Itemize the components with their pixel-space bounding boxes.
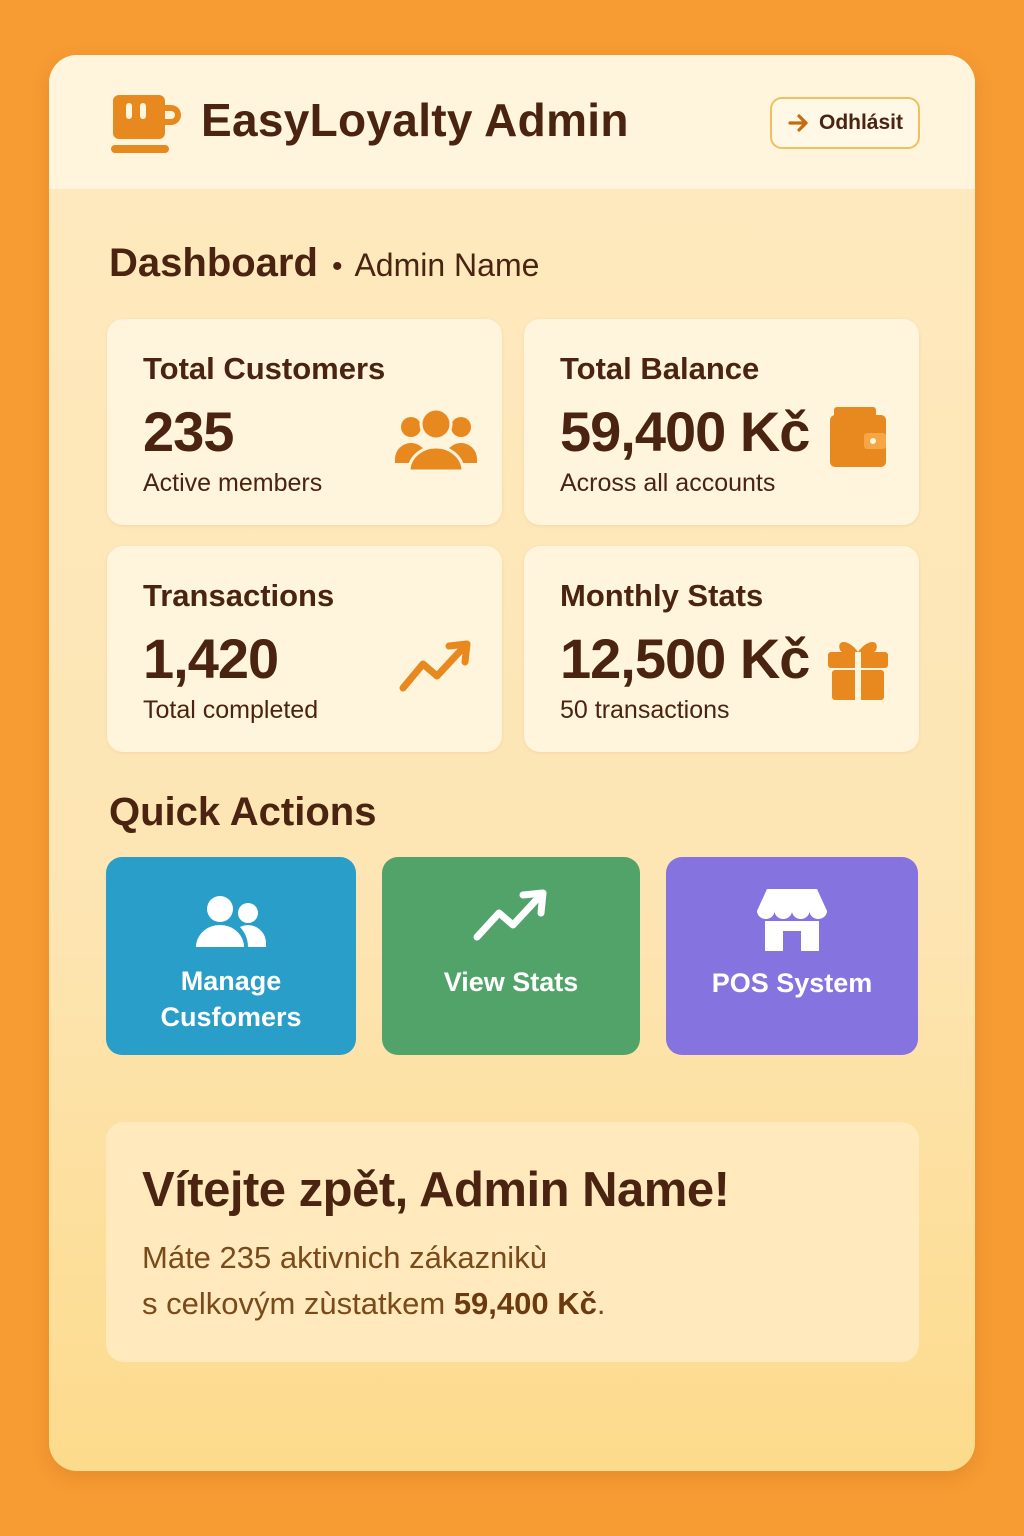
action-label: View Stats bbox=[443, 967, 579, 997]
stat-label: Monthly Stats bbox=[560, 578, 764, 613]
welcome-line-2-suffix: . bbox=[596, 1286, 606, 1321]
store-icon bbox=[757, 889, 827, 951]
quick-actions-title: Quick Actions bbox=[109, 790, 377, 834]
stat-value: 59,400 Kč bbox=[560, 400, 810, 463]
welcome-balance-amount: 59,400 Kč bbox=[453, 1286, 597, 1321]
coffee-cup-icon bbox=[111, 95, 181, 153]
stat-caption: Active members bbox=[143, 469, 323, 497]
arrow-right-icon bbox=[788, 114, 808, 132]
stat-label: Total Customers bbox=[143, 351, 386, 386]
stat-value: 1,420 bbox=[143, 627, 279, 690]
view-stats-button[interactable]: View Stats bbox=[382, 857, 640, 1055]
trend-up-icon bbox=[473, 889, 547, 941]
app-title: EasyLoyalty Admin bbox=[201, 94, 629, 146]
stat-caption: Total completed bbox=[143, 696, 319, 724]
stat-card-transactions: Transactions 1,420 Total completed bbox=[107, 546, 502, 752]
welcome-line-1: Máte 235 aktivnich zákaznikù bbox=[142, 1240, 547, 1275]
stat-card-monthly-stats: Monthly Stats 12,500 Kč 50 transactions bbox=[524, 546, 919, 752]
action-label-line2: Cusfomers bbox=[160, 1002, 302, 1032]
welcome-line-2-prefix: s celkovým zùstatkem bbox=[142, 1286, 454, 1321]
app-window: EasyLoyalty Admin Odhlásit Dashboard • A… bbox=[49, 55, 975, 1471]
title-separator: • bbox=[331, 250, 343, 283]
action-label-line1: Manage bbox=[180, 966, 282, 996]
logout-button[interactable]: Odhlásit bbox=[770, 97, 920, 149]
gift-icon bbox=[828, 642, 888, 700]
welcome-panel: Vítejte zpět, Admin Name! Máte 235 aktiv… bbox=[106, 1122, 919, 1362]
admin-name: Admin Name bbox=[354, 247, 540, 283]
action-label: POS System bbox=[711, 968, 873, 998]
stat-card-total-customers: Total Customers 235 Active members bbox=[107, 319, 502, 525]
trend-up-icon bbox=[399, 640, 471, 692]
welcome-line-2: s celkovým zùstatkem 59,400 Kč. bbox=[142, 1286, 606, 1322]
stat-caption: 50 transactions bbox=[560, 696, 730, 724]
stat-value: 235 bbox=[143, 400, 234, 463]
stat-caption: Across all accounts bbox=[560, 469, 776, 497]
pos-system-button[interactable]: POS System bbox=[666, 857, 918, 1055]
stat-value: 12,500 Kč bbox=[560, 627, 810, 690]
stat-label: Total Balance bbox=[560, 351, 760, 386]
welcome-title: Vítejte zpět, Admin Name! bbox=[142, 1163, 730, 1217]
stat-card-total-balance: Total Balance 59,400 Kč Across all accou… bbox=[524, 319, 919, 525]
users-icon bbox=[395, 407, 477, 473]
manage-customers-button[interactable]: Manage Cusfomers bbox=[106, 857, 356, 1055]
page-title: Dashboard bbox=[109, 241, 318, 285]
stat-label: Transactions bbox=[143, 578, 335, 613]
header: EasyLoyalty Admin Odhlásit bbox=[49, 55, 975, 189]
wallet-icon bbox=[830, 407, 886, 467]
logout-label: Odhlásit bbox=[818, 111, 903, 134]
dashboard-heading: Dashboard • Admin Name bbox=[109, 241, 539, 286]
users-icon bbox=[196, 896, 266, 947]
